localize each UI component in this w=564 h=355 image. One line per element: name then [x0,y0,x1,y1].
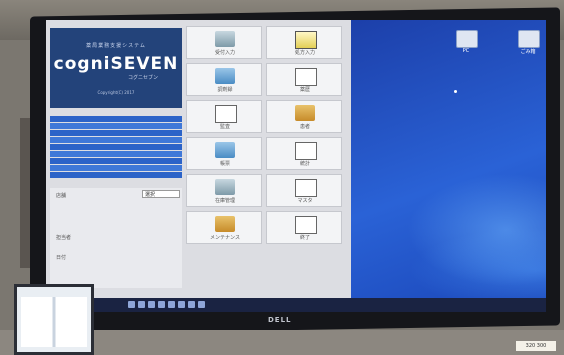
notice-row[interactable] [50,130,182,136]
browser-icon[interactable] [168,301,175,308]
app-icon[interactable] [188,301,195,308]
menu-tile-label: 監査 [219,124,230,130]
menu-tile-label: 薬歴 [299,87,310,93]
menu-tile-reception[interactable]: 受付入力 [186,26,262,59]
notice-row[interactable] [50,151,182,157]
menu-tile-label: 処方入力 [294,50,315,56]
price-sticker: 320 300 [516,341,556,351]
desktop-icon-recycle[interactable] [518,30,540,48]
menu-tile-label: 帳票 [219,161,230,167]
menu-tile-label: マスタ [297,198,313,204]
menu-tile-patient[interactable]: 患者 [266,100,342,133]
store-dropdown[interactable]: 選択 [142,190,180,198]
menu-tile-label: 終了 [299,235,310,241]
info-label: 店舗 [56,193,67,199]
info-label: 担当者 [56,235,72,241]
logo-subtitle: 薬局業務支援システム [86,43,146,49]
notice-row[interactable] [50,144,182,150]
search-icon[interactable] [138,301,145,308]
monitor-screen: PC ごみ箱 薬局業務支援システム cogniSEVEN コグニセブン Copy… [46,20,546,312]
notice-row[interactable] [50,158,182,164]
logo-kana: コグニセブン [128,75,159,81]
menu-tile-stats[interactable]: 統計 [266,137,342,170]
book-arrow-icon [295,179,317,197]
phone-device [14,284,94,355]
printer-icon [215,179,235,195]
phone-screen [21,297,87,347]
logo-copyright: Copyright(C) 2017 [97,90,135,95]
desktop-icon-label: PC [462,48,470,54]
desktop-icon-pc[interactable] [456,30,478,48]
menu-tile-label: 患者 [299,124,310,130]
monitor-brand-logo: DELL [268,316,292,324]
menu-tile-master[interactable]: マスタ [266,174,342,207]
taskbar-icons [128,301,205,308]
app-icon[interactable] [178,301,185,308]
document-arrow-icon [295,68,317,86]
info-label: 日付 [56,255,67,261]
taskview-icon[interactable] [148,301,155,308]
info-area: 選択 店舗 担当者 日付 [50,188,182,288]
exit-doc-icon [295,216,317,234]
menu-tile-audit[interactable]: 監査 [186,100,262,133]
logo-title: cogniSEVEN [53,54,179,74]
tray-arrow-icon [295,142,317,160]
tools-folder-icon [215,216,235,232]
explorer-icon[interactable] [158,301,165,308]
desktop: PC ごみ箱 [346,20,546,312]
notice-row[interactable] [50,165,182,171]
menu-tile-maintenance[interactable]: メンテナンス [186,211,262,244]
logo-panel: 薬局業務支援システム cogniSEVEN コグニセブン Copyright(C… [50,28,182,108]
menu-tile-exit[interactable]: 終了 [266,211,342,244]
fingerprint-icon [215,105,237,123]
menu-tile-label: 受付入力 [214,50,235,56]
menu-tile-label: メンテナンス [210,235,240,241]
notice-row[interactable] [50,116,182,122]
calculator-icon [215,31,235,47]
notice-list [50,116,182,179]
desktop-icon-label: ごみ箱 [520,49,536,55]
menu-tile-label: 統計 [299,161,310,167]
prescription-doc-icon [295,31,317,49]
computer-arrow-icon [215,68,235,84]
notice-row[interactable] [50,123,182,129]
menu-tile-inventory[interactable]: 在庫管理 [186,174,262,207]
notice-row[interactable] [50,172,182,178]
computer-icon [215,142,235,158]
menu-tile-dispensing[interactable]: 調剤録 [186,63,262,96]
menu-tile-prescription[interactable]: 処方入力 [266,26,342,59]
start-icon[interactable] [128,301,135,308]
menu-tile-history[interactable]: 薬歴 [266,63,342,96]
taskbar [46,298,546,312]
cogniseven-window: 薬局業務支援システム cogniSEVEN コグニセブン Copyright(C… [46,20,351,298]
notice-row[interactable] [50,137,182,143]
menu-tile-label: 調剤録 [217,87,233,93]
mouse-cursor-icon [454,90,457,93]
menu-tile-label: 在庫管理 [214,198,235,204]
app-icon[interactable] [198,301,205,308]
menu-tile-forms[interactable]: 帳票 [186,137,262,170]
folder-computer-icon [295,105,315,121]
